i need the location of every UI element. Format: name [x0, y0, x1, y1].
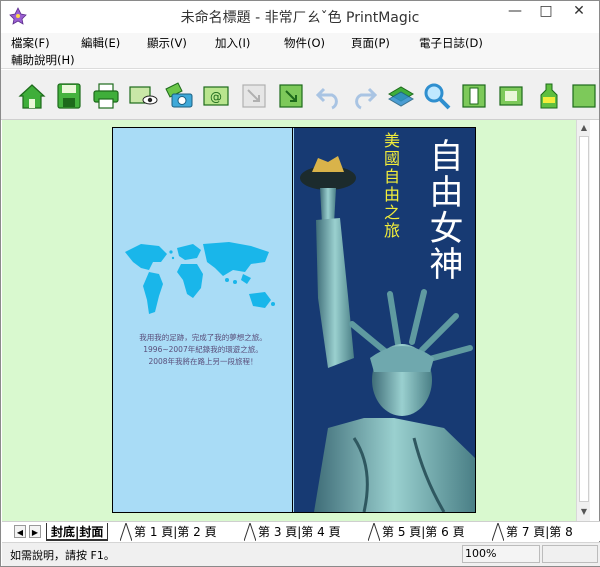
cover-spread[interactable]: 我用我的足跡，完成了我的夢想之旅。 1996~2007年紀錄我的環遊之旅。 20… [112, 127, 476, 513]
tab-pages-1-2[interactable]: 第 1 頁|第 2 頁 [130, 523, 221, 541]
back-cover-caption: 我用我的足跡，完成了我的夢想之旅。 1996~2007年紀錄我的環遊之旅。 20… [117, 332, 289, 368]
front-cover[interactable]: 美國自由之旅 自由女神 [294, 128, 475, 512]
menu-help[interactable]: 輔助說明(H) [11, 52, 75, 68]
tab-cover[interactable]: 封底|封面 [46, 523, 109, 541]
search-icon[interactable] [422, 81, 452, 111]
text-icon[interactable] [459, 81, 489, 111]
tab-separator [492, 523, 504, 541]
menu-object[interactable]: 物件(O) [284, 35, 325, 51]
minimize-button[interactable]: — [501, 1, 529, 23]
email-icon[interactable]: @ [201, 81, 231, 111]
world-map-image [125, 242, 275, 314]
home-icon[interactable] [17, 81, 47, 111]
page-tabs-bar: ◀ ▶ 封底|封面 第 1 頁|第 2 頁 第 3 頁|第 4 頁 第 5 頁|… [2, 521, 600, 541]
tab-separator [120, 523, 132, 541]
tab-pages-7-8[interactable]: 第 7 頁|第 8 [502, 523, 577, 541]
tab-prev-icon[interactable]: ◀ [14, 525, 26, 538]
layers-icon[interactable] [385, 81, 415, 111]
tab-pages-5-6[interactable]: 第 5 頁|第 6 頁 [378, 523, 469, 541]
bottle-icon[interactable] [534, 81, 564, 111]
camera-icon[interactable] [164, 81, 194, 111]
image-export-icon[interactable] [276, 81, 306, 111]
preview-icon[interactable] [128, 81, 158, 111]
status-panel [542, 545, 598, 563]
menu-insert[interactable]: 加入(I) [215, 35, 250, 51]
image-import-icon[interactable] [239, 81, 269, 111]
redo-icon[interactable] [349, 81, 379, 111]
scroll-thumb[interactable] [579, 136, 589, 502]
back-cover[interactable]: 我用我的足跡，完成了我的夢想之旅。 1996~2007年紀錄我的環遊之旅。 20… [113, 128, 293, 512]
caption-line: 2008年我將在路上另一段旅程！ [148, 357, 258, 366]
scroll-down-icon[interactable]: ▼ [579, 507, 589, 517]
cover-title: 自由女神 [423, 138, 463, 282]
menu-edit[interactable]: 編輯(E) [81, 35, 120, 51]
print-icon[interactable] [91, 81, 121, 111]
toolbar: @ [1, 70, 599, 120]
tab-separator [244, 523, 256, 541]
undo-icon[interactable] [314, 81, 344, 111]
caption-line: 我用我的足跡，完成了我的夢想之旅。 [139, 333, 267, 342]
canvas-workspace[interactable]: 我用我的足跡，完成了我的夢想之旅。 1996~2007年紀錄我的環遊之旅。 20… [2, 120, 576, 521]
tab-pages-3-4[interactable]: 第 3 頁|第 4 頁 [254, 523, 345, 541]
vertical-scrollbar[interactable]: ▲ ▼ [576, 120, 590, 521]
menu-ediary[interactable]: 電子日誌(D) [419, 35, 483, 51]
status-help-text: 如需說明，請按 F1。 [10, 549, 115, 562]
save-icon[interactable] [54, 81, 84, 111]
more-icon[interactable] [569, 81, 599, 111]
tab-next-icon[interactable]: ▶ [29, 525, 41, 538]
menu-page[interactable]: 頁面(P) [351, 35, 390, 51]
zoom-level: 100% [462, 545, 540, 563]
frame-icon[interactable] [496, 81, 526, 111]
svg-text:@: @ [210, 90, 222, 104]
cover-subtitle: 美國自由之旅 [381, 132, 400, 240]
close-button[interactable]: ✕ [557, 1, 600, 23]
app-window: 未命名標題 - 非常ㄏㄠˇ色 PrintMagic — □ ✕ 檔案(F) 編輯… [0, 0, 600, 567]
title-bar: 未命名標題 - 非常ㄏㄠˇ色 PrintMagic — □ ✕ [1, 1, 599, 32]
tab-separator [368, 523, 380, 541]
status-bar: 如需說明，請按 F1。 100% [2, 542, 600, 566]
menu-view[interactable]: 顯示(V) [147, 35, 187, 51]
menu-file[interactable]: 檔案(F) [11, 35, 50, 51]
caption-line: 1996~2007年紀錄我的環遊之旅。 [143, 345, 263, 354]
scroll-up-icon[interactable]: ▲ [579, 123, 589, 133]
menu-bar: 檔案(F) 編輯(E) 顯示(V) 加入(I) 物件(O) 頁面(P) 電子日誌… [1, 33, 599, 69]
maximize-button[interactable]: □ [532, 1, 560, 23]
